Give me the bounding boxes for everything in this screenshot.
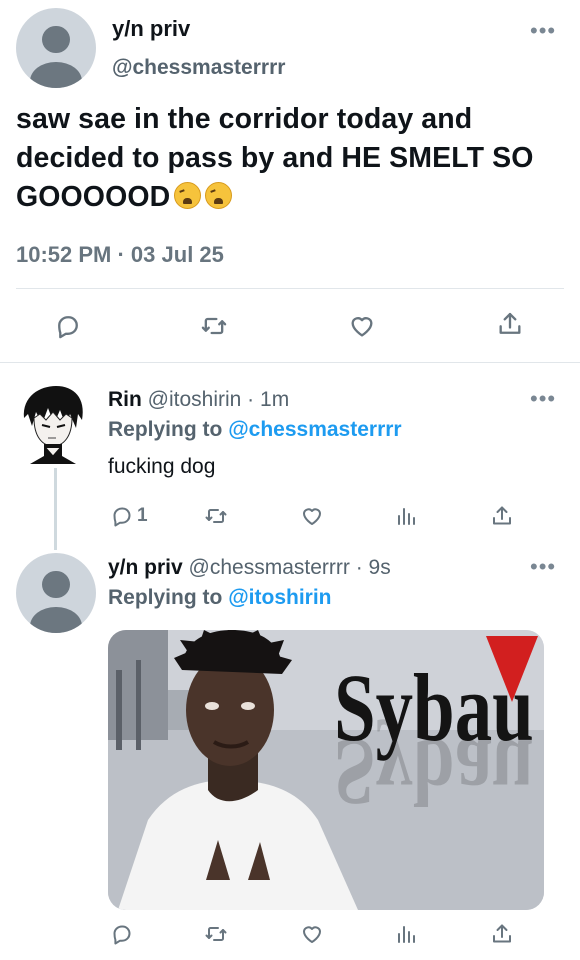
like-icon[interactable] [296,500,328,532]
share-icon[interactable] [486,918,518,950]
analytics-icon[interactable] [390,918,422,950]
weary-face-emoji-icon [205,182,233,209]
main-tweet-timestamp[interactable]: 10:52 PM · 03 Jul 25 [16,242,224,268]
reply2-more-options-icon[interactable]: ••• [530,556,556,578]
main-author-avatar[interactable] [16,8,96,88]
reply2-media-image[interactable]: Sybau Sybau [108,630,544,910]
thread-connector-line [54,468,57,550]
like-icon[interactable] [346,310,378,342]
main-author-name[interactable]: y/n priv [112,16,190,42]
reply2-author-name[interactable]: y/n priv [108,556,183,579]
weary-face-emoji-icon [174,182,202,209]
reply1-more-options-icon[interactable]: ••• [530,388,556,410]
reply1-header: Rin @itoshirin · 1m [108,388,289,412]
analytics-icon[interactable] [390,500,422,532]
reply1-author-handle[interactable]: @itoshirin · 1m [148,388,290,411]
reply2-replying-label: Replying to [108,586,223,609]
reply2-replying-to-link[interactable]: @itoshirin [228,586,331,609]
reply1-replying-to-link[interactable]: @chessmasterrrr [228,418,401,441]
like-icon[interactable] [296,918,328,950]
main-divider [16,288,564,289]
reply1-replying-label: Replying to [108,418,223,441]
main-tweet-text-content: saw sae in the corridor today and decide… [16,103,534,213]
reply-icon[interactable] [106,500,138,532]
main-more-options-icon[interactable]: ••• [530,20,556,42]
sybau-meme-image: Sybau Sybau [108,630,544,910]
reply1-reply-count: 1 [137,505,148,526]
retweet-icon[interactable] [200,500,232,532]
retweet-icon[interactable] [198,310,230,342]
reply-icon[interactable] [52,310,84,342]
rin-avatar[interactable] [20,384,86,466]
main-author-handle[interactable]: @chessmasterrrr [112,56,285,80]
retweet-icon[interactable] [200,918,232,950]
svg-text:Sybau: Sybau [334,719,534,826]
reply1-replying-to: Replying to @chessmasterrrr [108,418,402,442]
reply2-author-avatar[interactable] [16,553,96,633]
main-tweet-text: saw sae in the corridor today and decide… [16,100,572,217]
share-icon[interactable] [486,500,518,532]
reply2-author-handle[interactable]: @chessmasterrrr · 9s [189,556,391,579]
reply2-replying-to: Replying to @itoshirin [108,586,332,610]
main-bottom-divider [0,362,580,363]
reply2-header: y/n priv @chessmasterrrr · 9s [108,556,391,580]
reply1-author-name[interactable]: Rin [108,388,142,411]
share-icon[interactable] [494,308,526,340]
reply-icon[interactable] [106,918,138,950]
reply1-text: fucking dog [108,455,216,478]
